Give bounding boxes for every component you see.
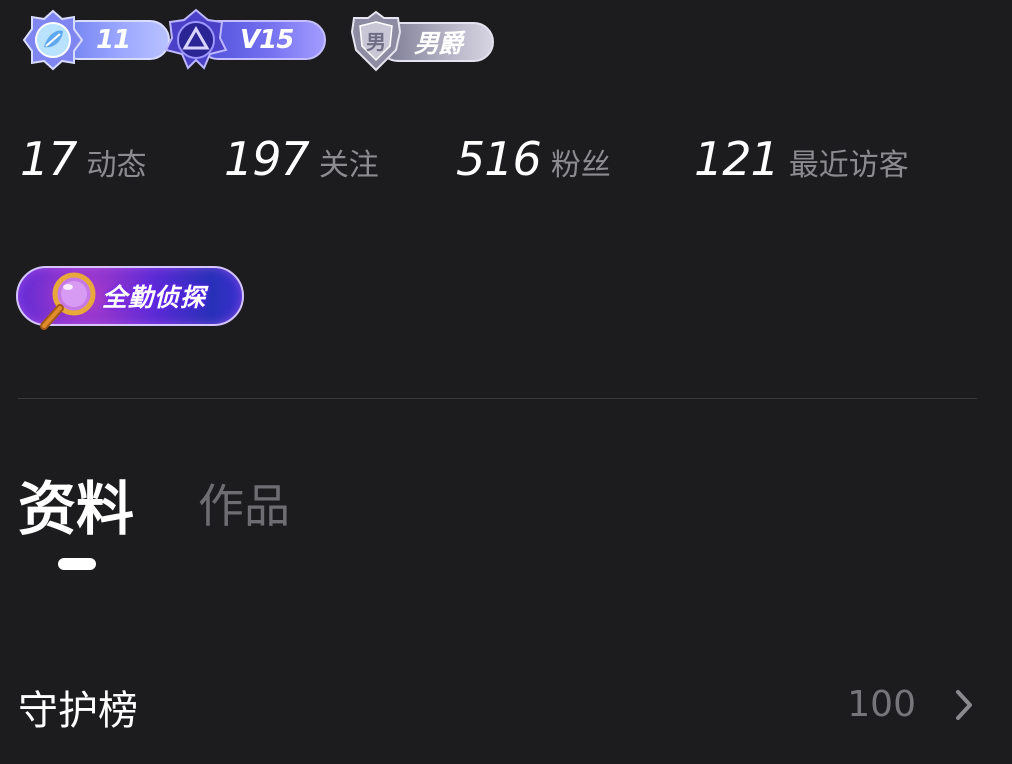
stat-posts[interactable]: 17 动态 xyxy=(20,132,147,186)
magnifier-icon xyxy=(40,272,96,330)
level-badge-value: 11 xyxy=(96,25,131,55)
chevron-right-icon xyxy=(956,690,972,720)
stat-visitors[interactable]: 121 最近访客 xyxy=(694,132,909,186)
title-badge[interactable]: 男爵 男 xyxy=(344,10,496,74)
active-tab-indicator xyxy=(58,558,96,570)
guard-list-row[interactable]: 守护榜 100 xyxy=(0,668,1012,740)
achievement-medal[interactable]: 全勤侦探 xyxy=(16,264,244,330)
level-badge[interactable]: 11 xyxy=(22,9,170,71)
stat-visitors-count: 121 xyxy=(694,132,780,186)
tab-works[interactable]: 作品 xyxy=(198,470,290,536)
stat-following-count: 197 xyxy=(224,132,310,186)
stat-posts-label: 动态 xyxy=(86,148,147,183)
stat-visitors-label: 最近访客 xyxy=(788,148,909,183)
triangle-crest-icon xyxy=(164,8,228,70)
section-divider xyxy=(18,398,977,399)
shield-crest-icon: 男 xyxy=(350,10,402,72)
guard-list-title: 守护榜 xyxy=(18,688,138,734)
tab-profile[interactable]: 资料 xyxy=(18,462,134,546)
stat-following[interactable]: 197 关注 xyxy=(224,132,379,186)
vip-badge-value: V15 xyxy=(240,25,294,55)
title-badge-emblem-text: 男 xyxy=(366,30,386,54)
medal-label: 全勤侦探 xyxy=(102,283,207,312)
profile-page: 11 V15 男爵 男 17 动态 197 关注 516 粉丝 121 最近访客… xyxy=(0,0,1012,764)
title-badge-value: 男爵 xyxy=(414,29,463,58)
stat-posts-count: 17 xyxy=(20,132,78,186)
guard-list-count: 100 xyxy=(847,684,916,725)
vip-badge[interactable]: V15 xyxy=(164,8,328,70)
stat-following-label: 关注 xyxy=(318,148,379,183)
stat-fans-label: 粉丝 xyxy=(550,148,611,183)
stat-fans[interactable]: 516 粉丝 xyxy=(456,132,611,186)
leaf-crest-icon xyxy=(22,9,84,71)
stat-fans-count: 516 xyxy=(456,132,542,186)
